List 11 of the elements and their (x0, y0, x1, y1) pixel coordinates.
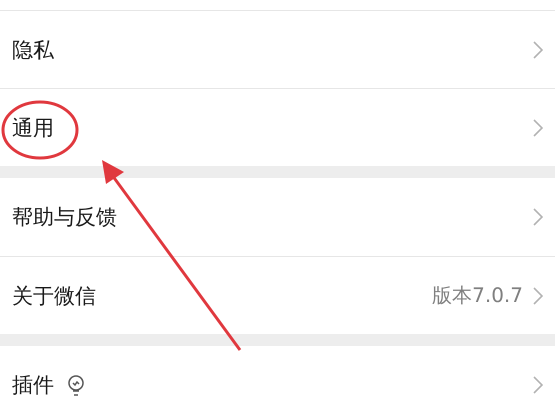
row-label: 关于微信 (12, 282, 96, 310)
row-label: 帮助与反馈 (12, 204, 117, 231)
chevron-right-icon (533, 208, 543, 226)
chevron-right-icon (533, 286, 543, 304)
row-label: 隐私 (12, 36, 54, 64)
row-label: 通用 (12, 114, 54, 142)
row-label: 插件 (12, 372, 54, 399)
chevron-right-icon (533, 376, 543, 394)
chevron-right-icon (533, 118, 543, 136)
chevron-right-icon (533, 40, 543, 58)
version-text: 版本7.0.7 (432, 282, 523, 309)
